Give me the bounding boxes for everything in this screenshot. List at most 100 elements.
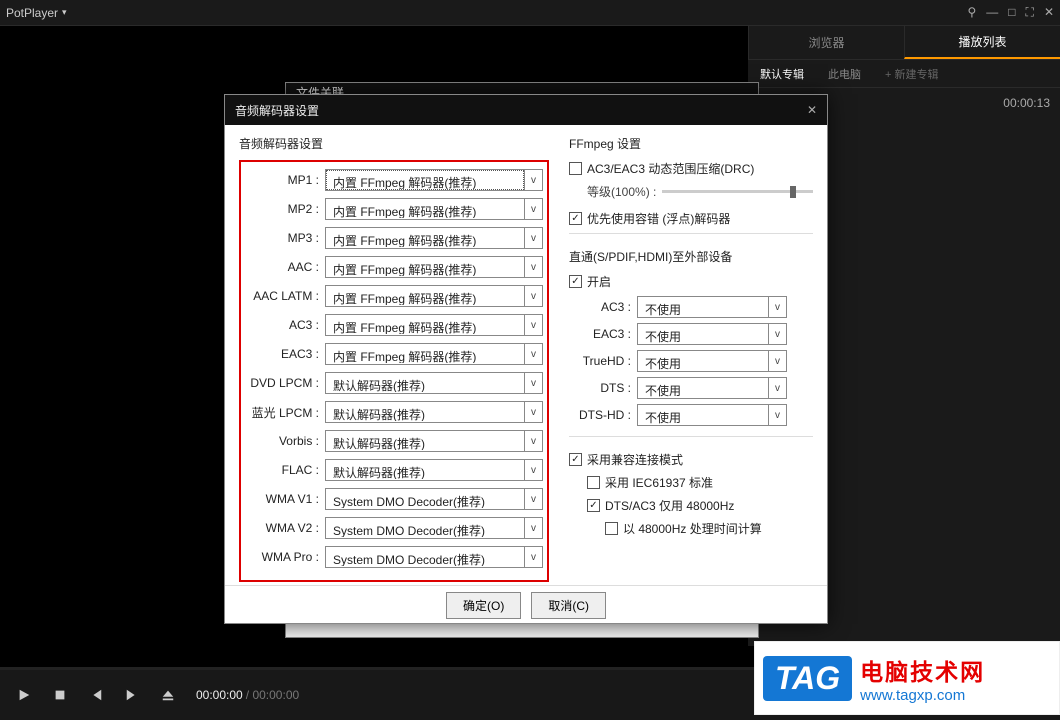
chevron-down-icon[interactable]: v	[524, 518, 542, 538]
iec61937-checkbox[interactable]: 采用 IEC61937 标准	[587, 474, 813, 491]
prev-button[interactable]	[82, 681, 110, 709]
float-decoder-checkbox[interactable]: 优先使用容错 (浮点)解码器	[569, 210, 813, 227]
decoder-label: EAC3 :	[245, 347, 325, 361]
decoder-row: DVD LPCM :默认解码器(推荐)v	[245, 371, 543, 395]
passthrough-combo[interactable]: 不使用v	[637, 404, 787, 426]
decoder-row: EAC3 :内置 FFmpeg 解码器(推荐)v	[245, 342, 543, 366]
decoder-combo-value: 内置 FFmpeg 解码器(推荐)	[326, 344, 524, 364]
ok-button[interactable]: 确定(O)	[446, 592, 521, 619]
chevron-down-icon[interactable]: v	[524, 344, 542, 364]
chevron-down-icon[interactable]: v	[524, 489, 542, 509]
ffmpeg-section-title: FFmpeg 设置	[569, 135, 813, 152]
decoder-combo[interactable]: 默认解码器(推荐)v	[325, 459, 543, 481]
decoder-label: AAC LATM :	[245, 289, 325, 303]
passthrough-combo[interactable]: 不使用v	[637, 323, 787, 345]
dialog-header[interactable]: 音频解码器设置 ✕	[225, 95, 827, 125]
chevron-down-icon[interactable]: v	[768, 324, 786, 344]
stop-button[interactable]	[46, 681, 74, 709]
decoder-combo[interactable]: 内置 FFmpeg 解码器(推荐)v	[325, 198, 543, 220]
chevron-down-icon[interactable]: v	[524, 286, 542, 306]
subtab-this-pc[interactable]: 此电脑	[816, 60, 873, 87]
chevron-down-icon[interactable]: v	[524, 170, 542, 190]
drc-checkbox[interactable]: AC3/EAC3 动态范围压缩(DRC)	[569, 160, 813, 177]
decoder-combo-value: 内置 FFmpeg 解码器(推荐)	[326, 257, 524, 277]
pin-button[interactable]: ⚲	[967, 5, 976, 20]
passthrough-combo[interactable]: 不使用v	[637, 350, 787, 372]
passthrough-label: TrueHD :	[569, 354, 637, 368]
decoder-row: AAC LATM :内置 FFmpeg 解码器(推荐)v	[245, 284, 543, 308]
maximize-button[interactable]: □	[1008, 5, 1015, 20]
chevron-down-icon[interactable]: v	[524, 228, 542, 248]
passthrough-label: EAC3 :	[569, 327, 637, 341]
passthrough-combo[interactable]: 不使用v	[637, 296, 787, 318]
decoder-combo-value: System DMO Decoder(推荐)	[326, 489, 524, 509]
chevron-down-icon[interactable]: v	[768, 378, 786, 398]
drc-level-row: 等级(100%) :	[587, 183, 813, 200]
right-column: FFmpeg 设置 AC3/EAC3 动态范围压缩(DRC) 等级(100%) …	[569, 135, 813, 585]
decoder-combo[interactable]: 内置 FFmpeg 解码器(推荐)v	[325, 227, 543, 249]
decoder-combo-value: 默认解码器(推荐)	[326, 431, 524, 451]
drc-slider[interactable]	[662, 190, 813, 193]
close-button[interactable]: ✕	[1044, 5, 1054, 20]
decoder-label: AC3 :	[245, 318, 325, 332]
only48k-checkbox[interactable]: DTS/AC3 仅用 48000Hz	[587, 497, 813, 514]
passthrough-row: DTS :不使用v	[569, 377, 813, 399]
tab-playlist[interactable]: 播放列表	[904, 26, 1060, 59]
decoder-combo[interactable]: System DMO Decoder(推荐)v	[325, 488, 543, 510]
chevron-down-icon[interactable]: v	[524, 199, 542, 219]
time-current: 00:00:00	[196, 688, 243, 702]
decoder-combo[interactable]: 内置 FFmpeg 解码器(推荐)v	[325, 169, 543, 191]
passthrough-enable-checkbox[interactable]: 开启	[569, 273, 813, 290]
chevron-down-icon[interactable]: v	[524, 460, 542, 480]
compat-mode-checkbox[interactable]: 采用兼容连接模式	[569, 451, 813, 468]
passthrough-combo-value: 不使用	[638, 351, 768, 371]
drc-level-label: 等级(100%) :	[587, 183, 656, 200]
decoder-combo[interactable]: 内置 FFmpeg 解码器(推荐)v	[325, 256, 543, 278]
dialog-close-button[interactable]: ✕	[807, 103, 817, 117]
chevron-down-icon[interactable]: v	[524, 431, 542, 451]
subtab-new-album[interactable]: + 新建专辑	[873, 60, 950, 87]
passthrough-combo[interactable]: 不使用v	[637, 377, 787, 399]
decoder-combo[interactable]: System DMO Decoder(推荐)v	[325, 517, 543, 539]
decoder-combo-value: 默认解码器(推荐)	[326, 373, 524, 393]
passthrough-combo-value: 不使用	[638, 405, 768, 425]
play-button[interactable]	[10, 681, 38, 709]
decoder-combo[interactable]: 内置 FFmpeg 解码器(推荐)v	[325, 314, 543, 336]
decoder-combo-value: 内置 FFmpeg 解码器(推荐)	[326, 170, 524, 190]
chevron-down-icon[interactable]: v	[768, 351, 786, 371]
eject-button[interactable]	[154, 681, 182, 709]
time-total: 00:00:00	[252, 688, 299, 702]
decoder-label: 蓝光 LPCM :	[245, 404, 325, 421]
decoder-combo[interactable]: 内置 FFmpeg 解码器(推荐)v	[325, 343, 543, 365]
decoder-label: WMA V1 :	[245, 492, 325, 506]
app-name: PotPlayer	[6, 6, 58, 20]
chevron-down-icon[interactable]: v	[524, 373, 542, 393]
chevron-down-icon: ▾	[62, 7, 67, 18]
decoder-combo[interactable]: 内置 FFmpeg 解码器(推荐)v	[325, 285, 543, 307]
chevron-down-icon[interactable]: v	[524, 547, 542, 567]
app-title[interactable]: PotPlayer ▾	[6, 6, 67, 20]
cancel-button[interactable]: 取消(C)	[531, 592, 606, 619]
next-button[interactable]	[118, 681, 146, 709]
chevron-down-icon[interactable]: v	[524, 315, 542, 335]
decoder-row: AC3 :内置 FFmpeg 解码器(推荐)v	[245, 313, 543, 337]
passthrough-row: TrueHD :不使用v	[569, 350, 813, 372]
minimize-button[interactable]: —	[986, 5, 998, 20]
decoder-row: MP1 :内置 FFmpeg 解码器(推荐)v	[245, 168, 543, 192]
decoder-combo[interactable]: System DMO Decoder(推荐)v	[325, 546, 543, 568]
decoder-combo[interactable]: 默认解码器(推荐)v	[325, 401, 543, 423]
timeas48k-checkbox[interactable]: 以 48000Hz 处理时间计算	[605, 520, 813, 537]
chevron-down-icon[interactable]: v	[524, 257, 542, 277]
timecode: 00:00:00 / 00:00:00	[196, 688, 299, 702]
chevron-down-icon[interactable]: v	[524, 402, 542, 422]
decoder-combo[interactable]: 默认解码器(推荐)v	[325, 430, 543, 452]
chevron-down-icon[interactable]: v	[768, 405, 786, 425]
titlebar: PotPlayer ▾ ⚲ — □ ⛶ ✕	[0, 0, 1060, 26]
passthrough-combo-value: 不使用	[638, 297, 768, 317]
slider-thumb[interactable]	[790, 186, 796, 198]
decoder-row: WMA V1 :System DMO Decoder(推荐)v	[245, 487, 543, 511]
tab-browser[interactable]: 浏览器	[748, 26, 904, 59]
decoder-combo[interactable]: 默认解码器(推荐)v	[325, 372, 543, 394]
fullscreen-button[interactable]: ⛶	[1026, 5, 1034, 20]
chevron-down-icon[interactable]: v	[768, 297, 786, 317]
